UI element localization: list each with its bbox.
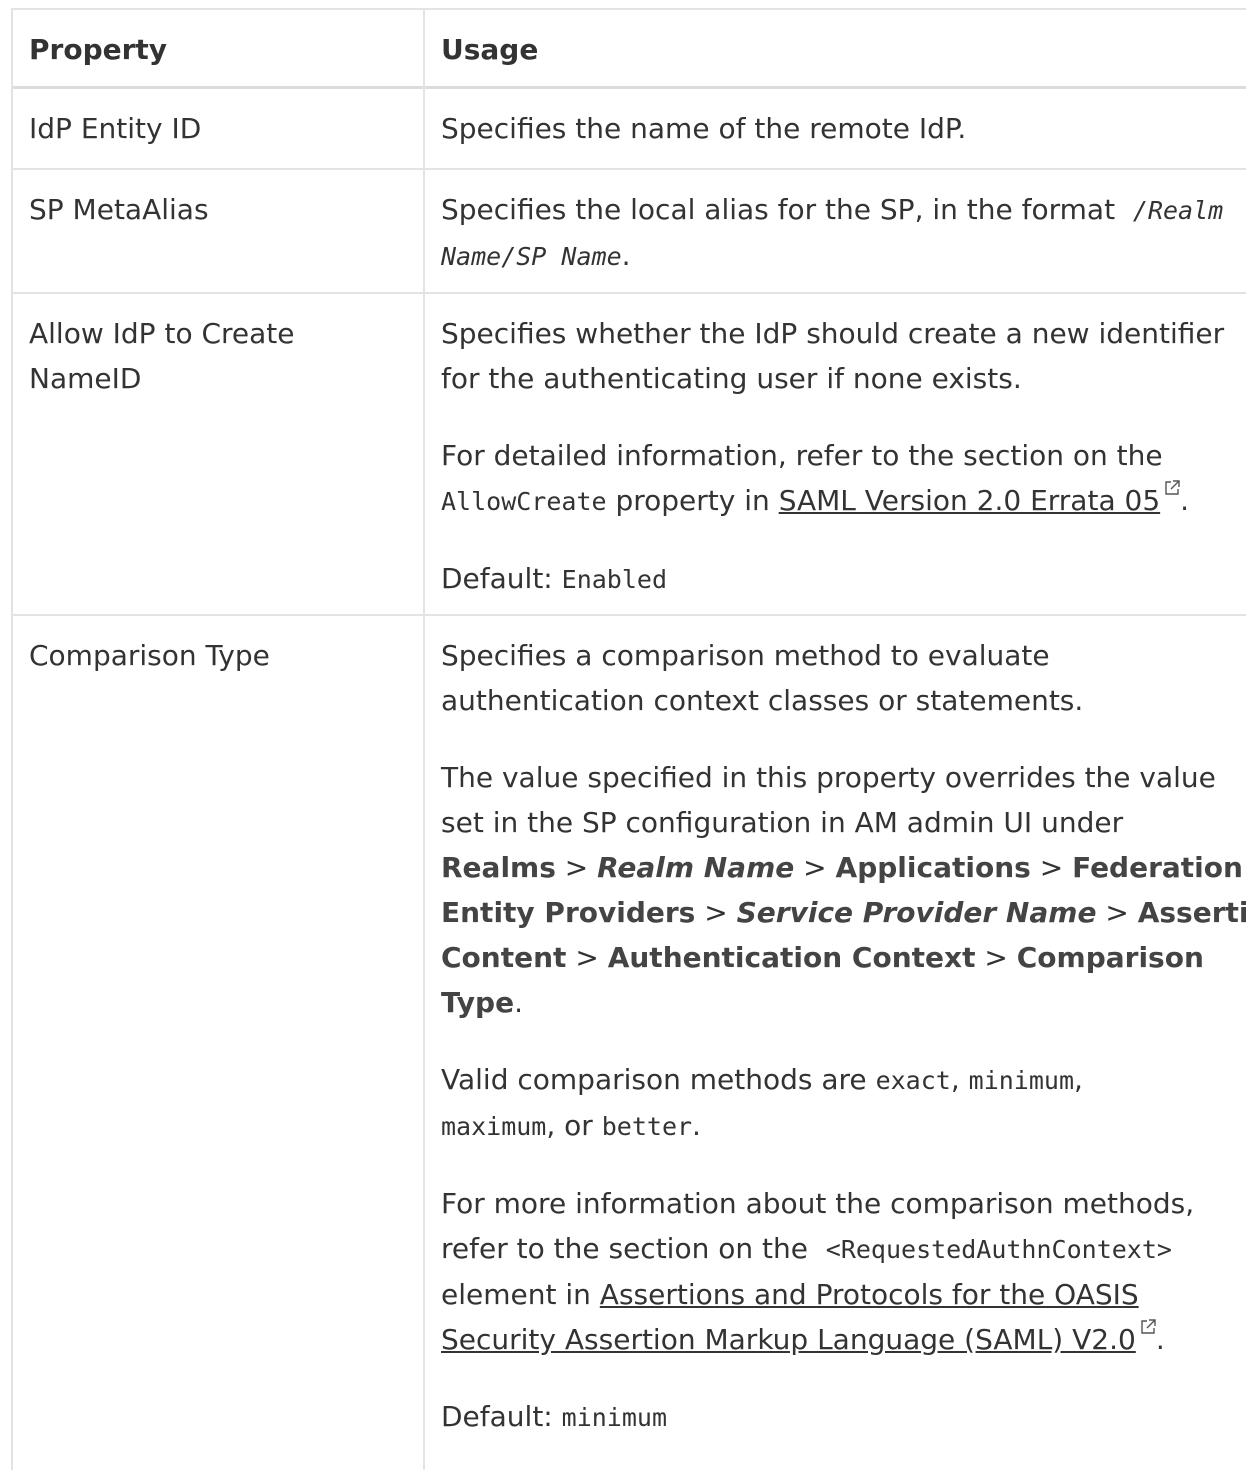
properties-table: Property Usage IdP Entity ID Specifies t… <box>11 8 1246 1470</box>
table-row: Allow IdP to Create NameID Specifies whe… <box>13 294 1246 616</box>
property-usage: Specifies a comparison method to evaluat… <box>441 639 1246 1433</box>
sp-name-code: Name/SP Name <box>441 242 622 271</box>
external-link-icon <box>1165 480 1180 495</box>
property-name: IdP Entity ID <box>29 112 202 145</box>
realm-path-code: /Realm <box>1132 196 1224 225</box>
method-better: better <box>601 1112 693 1141</box>
default-value: minimum <box>561 1403 668 1432</box>
property-name: SP MetaAlias <box>29 193 209 226</box>
header-property: Property <box>29 33 168 66</box>
ui-navigation-path: Realms > Realm Name > Applications > Fed… <box>441 851 1243 884</box>
usage-text: Specifies the local alias for the SP, in… <box>441 193 1116 226</box>
property-name: Allow IdP to Create NameID <box>29 317 295 395</box>
saml-errata-link[interactable]: SAML Version 2.0 Errata 05 <box>779 484 1160 517</box>
property-usage: Specifies the local alias for the SP, in… <box>441 193 1224 272</box>
column-divider <box>423 10 425 1470</box>
default-value: Enabled <box>561 565 668 594</box>
table-row: Comparison Type Specifies a comparison m… <box>13 616 1246 1476</box>
allowcreate-code: AllowCreate <box>441 487 607 516</box>
property-name: Comparison Type <box>29 639 270 672</box>
table-header-row: Property Usage <box>13 10 1246 89</box>
oasis-saml-link[interactable]: Assertions and Protocols for the OASIS <box>600 1278 1139 1311</box>
property-usage: Specifies the name of the remote IdP. <box>441 112 967 145</box>
property-usage: Specifies whether the IdP should create … <box>441 317 1225 595</box>
external-link-icon <box>1141 1319 1156 1334</box>
method-maximum: maximum <box>441 1112 547 1141</box>
requestedauthncontext-code: <RequestedAuthnContext> <box>825 1235 1172 1264</box>
header-usage: Usage <box>441 33 539 66</box>
oasis-saml-link-cont[interactable]: Security Assertion Markup Language (SAML… <box>441 1323 1136 1356</box>
method-exact: exact <box>875 1066 951 1095</box>
method-minimum: minimum <box>968 1066 1075 1095</box>
table-row: SP MetaAlias Specifies the local alias f… <box>13 170 1246 294</box>
table-row: IdP Entity ID Specifies the name of the … <box>13 89 1246 170</box>
